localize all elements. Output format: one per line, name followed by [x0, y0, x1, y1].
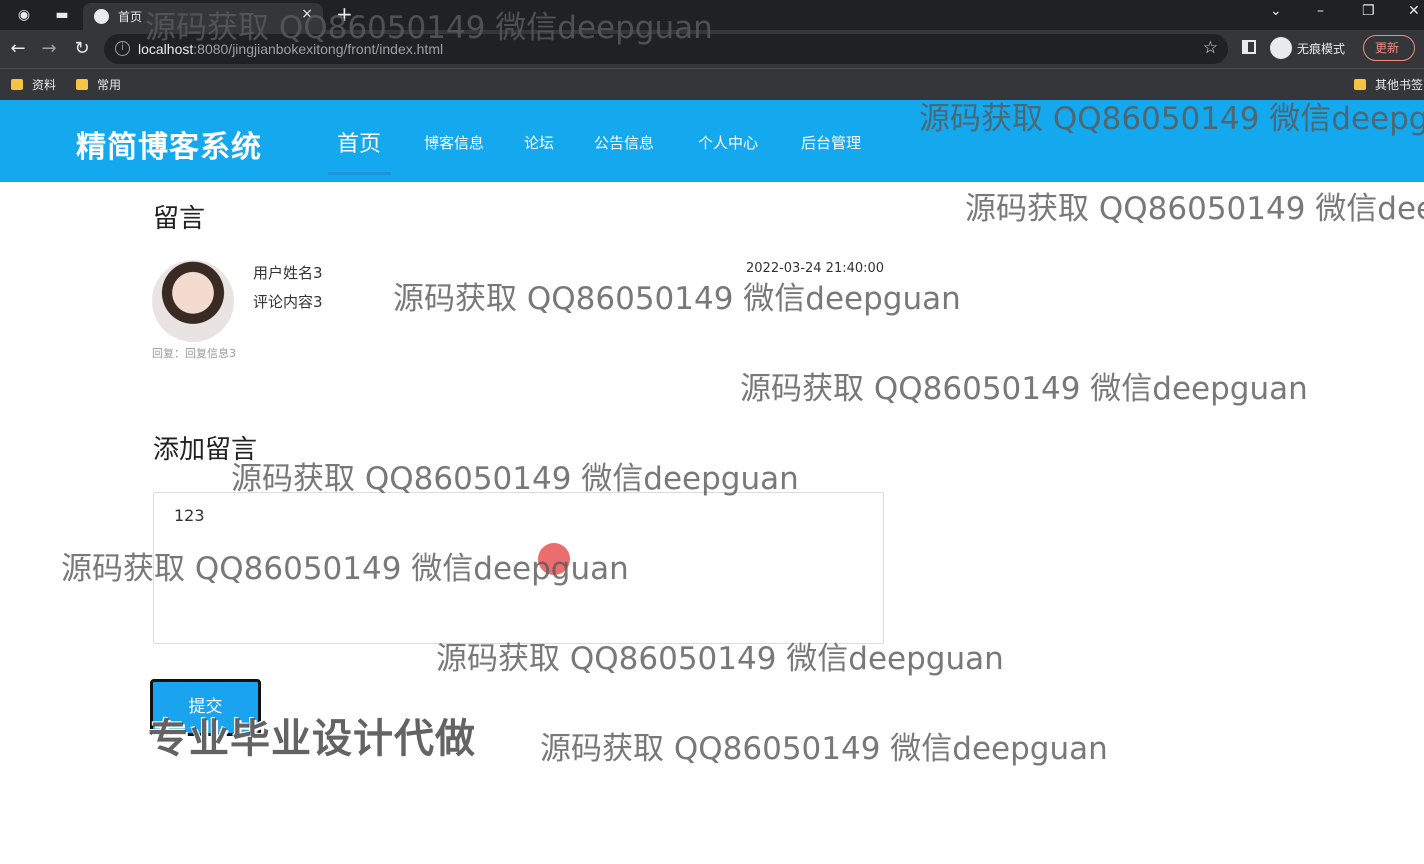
- side-panel-icon[interactable]: [1242, 40, 1256, 54]
- tab-search-icon[interactable]: ▬: [52, 5, 72, 25]
- nav-personal-center[interactable]: 个人中心: [698, 132, 758, 153]
- watermark: 源码获取 QQ86050149 微信deepguan: [740, 371, 1308, 407]
- forward-arrow-icon[interactable]: →: [38, 38, 60, 59]
- back-arrow-icon[interactable]: ←: [7, 38, 29, 59]
- restore-icon[interactable]: ❐: [1362, 3, 1375, 19]
- folder-icon: [11, 79, 23, 90]
- watermark: 源码获取 QQ86050149 微信deepguan: [965, 191, 1424, 227]
- comment-reply: 回复：回复信息3: [152, 347, 236, 360]
- bookmark-star-icon[interactable]: ☆: [1203, 38, 1218, 58]
- chevron-down-icon[interactable]: ⌄: [1270, 3, 1282, 19]
- comments-title: 留言: [153, 204, 206, 234]
- watermark: 源码获取 QQ86050149 微信deepguan: [61, 551, 629, 587]
- nav-announcements[interactable]: 公告信息: [594, 132, 654, 153]
- site-info-icon[interactable]: i: [115, 41, 130, 56]
- comment-content: 评论内容3: [253, 293, 323, 311]
- bookmark-folder-other[interactable]: 其他书签: [1354, 76, 1423, 93]
- watermark: 源码获取 QQ86050149 微信deepguan: [919, 101, 1424, 137]
- folder-icon: [76, 79, 88, 90]
- comment-user: 用户姓名3: [253, 264, 323, 282]
- minimize-icon[interactable]: –: [1317, 3, 1324, 19]
- site-brand[interactable]: 精简博客系统: [76, 122, 262, 166]
- incognito-icon: [1270, 37, 1292, 59]
- bookmark-folder-ziliao[interactable]: 资料: [11, 76, 56, 93]
- watermark: 源码获取 QQ86050149 微信deepguan: [231, 461, 799, 497]
- update-button[interactable]: 更新: [1363, 35, 1415, 61]
- nav-home[interactable]: 首页: [337, 126, 381, 158]
- tab-title: 首页: [118, 10, 143, 24]
- watermark: 源码获取 QQ86050149 微信deepguan: [540, 731, 1108, 767]
- folder-icon: [1354, 79, 1366, 90]
- bookmark-folder-changyong[interactable]: 常用: [76, 76, 121, 93]
- incognito-indicator[interactable]: 无痕模式: [1270, 37, 1345, 59]
- nav-forum[interactable]: 论坛: [524, 132, 554, 153]
- reload-icon[interactable]: ↻: [71, 38, 93, 59]
- avatar: [152, 260, 234, 342]
- browser-menu-icon[interactable]: ◉: [14, 5, 34, 25]
- nav-active-indicator: [328, 172, 391, 175]
- watermark: 源码获取 QQ86050149 微信deepguan: [436, 641, 1004, 677]
- nav-admin[interactable]: 后台管理: [801, 132, 861, 153]
- promo-overlay: 专业毕业设计代做: [148, 716, 476, 762]
- watermark: 源码获取 QQ86050149 微信deepguan: [393, 281, 961, 317]
- nav-blog-info[interactable]: 博客信息: [424, 132, 484, 153]
- globe-icon: [94, 9, 109, 24]
- close-window-icon[interactable]: ✕: [1408, 3, 1420, 19]
- watermark: 源码获取 QQ86050149 微信deepguan: [145, 10, 713, 46]
